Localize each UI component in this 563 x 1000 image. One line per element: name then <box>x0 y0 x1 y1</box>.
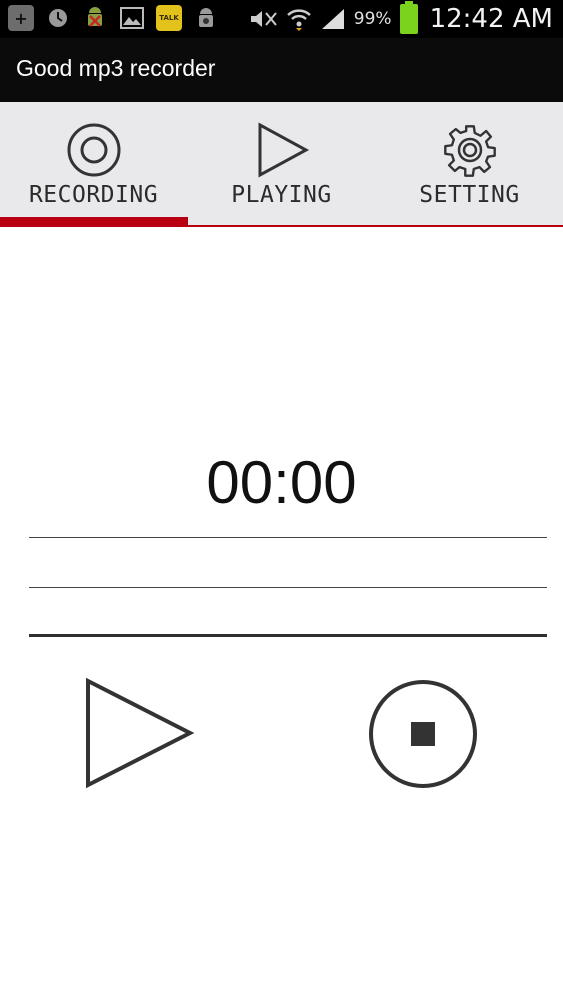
stop-icon <box>369 680 477 788</box>
recording-timer: 00:00 <box>206 449 357 516</box>
clock-time: 12:42 AM <box>429 4 553 34</box>
system-status: 99% 12:42 AM <box>248 0 553 38</box>
talk-badge-text: TALK <box>159 14 179 22</box>
divider <box>29 587 547 588</box>
tab-bar: RECORDING PLAYING SETTING <box>0 102 563 225</box>
gear-icon <box>443 125 496 177</box>
tab-playing[interactable]: PLAYING <box>188 102 375 220</box>
play-icon <box>86 677 195 789</box>
status-bar: + TALK 99% 12:42 AM <box>0 0 563 38</box>
app-title: Good mp3 recorder <box>16 55 216 81</box>
talk-icon: TALK <box>156 5 182 31</box>
tab-setting[interactable]: SETTING <box>376 102 563 220</box>
android-blocked-icon <box>82 5 108 31</box>
wifi-icon <box>286 9 311 31</box>
battery-icon <box>399 1 418 34</box>
add-icon: + <box>8 5 34 31</box>
play-icon <box>258 122 309 178</box>
clock-icon <box>45 5 71 31</box>
image-icon <box>119 5 145 31</box>
level-baseline <box>29 634 547 637</box>
play-button[interactable] <box>80 675 200 795</box>
signal-icon <box>321 9 344 29</box>
app-title-bar: Good mp3 recorder <box>0 38 563 102</box>
tab-recording[interactable]: RECORDING <box>0 102 187 220</box>
battery-percent: 99% <box>353 9 392 29</box>
android-debug-icon <box>193 5 219 31</box>
tab-label: PLAYING <box>231 182 332 208</box>
selected-tab-indicator <box>0 217 188 225</box>
notification-icons: + TALK <box>8 5 219 31</box>
tab-label: SETTING <box>419 182 520 208</box>
record-icon <box>67 123 120 177</box>
tab-label: RECORDING <box>28 182 159 208</box>
mute-icon <box>250 11 277 27</box>
divider <box>29 537 547 538</box>
tab-bar-underline <box>0 225 563 227</box>
stop-button[interactable] <box>366 677 480 795</box>
